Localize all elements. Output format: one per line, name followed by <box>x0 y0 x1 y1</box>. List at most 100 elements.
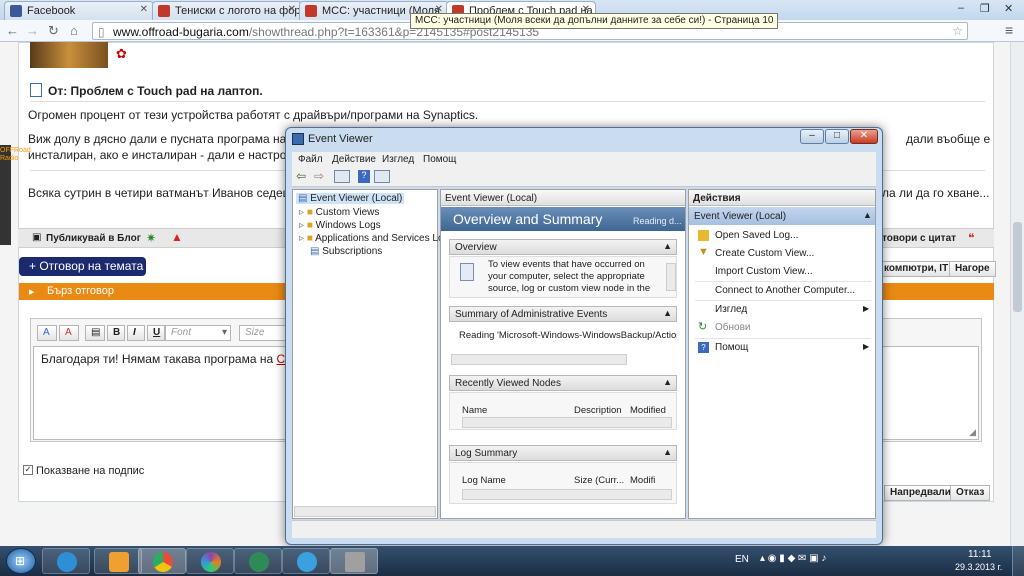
resize-grip-icon[interactable]: ◢ <box>969 427 976 438</box>
action-create-custom-view[interactable]: ▼ Create Custom View... <box>695 245 871 262</box>
font-select[interactable]: Font ▾ <box>165 325 231 341</box>
italic-button[interactable]: I <box>127 325 145 341</box>
category-button[interactable]: компютри, IT <box>878 261 955 277</box>
action-refresh[interactable]: ↻ Обнови <box>695 319 871 336</box>
menu-view[interactable]: Изглед <box>382 154 414 165</box>
collapse-up-icon[interactable]: ▲ <box>663 447 672 457</box>
ev-maximize-button[interactable]: □ <box>825 129 849 144</box>
admin-hscrollbar[interactable] <box>451 354 627 365</box>
tab-facebook[interactable]: Facebook ✕ <box>4 1 154 20</box>
action-help[interactable]: ? Помощ ▶ <box>695 338 871 355</box>
col-log-modified[interactable]: Modifi <box>630 475 655 486</box>
collapse-up-icon[interactable]: ▲ <box>663 241 672 251</box>
col-log-name[interactable]: Log Name <box>462 475 506 486</box>
font-color-icon[interactable]: A <box>37 325 57 341</box>
tree-root[interactable]: ▤ Event Viewer (Local) <box>296 193 405 204</box>
language-indicator[interactable]: EN <box>735 554 749 565</box>
multiquote-icon[interactable]: ❝ <box>968 231 974 245</box>
menu-help[interactable]: Помощ <box>423 154 456 165</box>
recent-hscrollbar[interactable] <box>462 417 672 428</box>
start-button[interactable]: ⊞ <box>6 548 36 574</box>
taskbar-picasa[interactable] <box>186 548 234 574</box>
col-description[interactable]: Description <box>574 405 622 416</box>
advanced-button[interactable]: Напредвали <box>884 485 957 501</box>
tab-tooltip: MCC: участници (Моля всеки да допълни да… <box>410 13 779 29</box>
collapse-icon[interactable]: ▸ <box>29 285 35 298</box>
show-desktop-button[interactable] <box>1012 546 1024 576</box>
tree-custom-views[interactable]: ▹ ■ Custom Views <box>299 207 379 218</box>
scrollbar-thumb[interactable] <box>1013 222 1022 312</box>
console-tree-icon[interactable] <box>334 170 350 183</box>
cancel-button[interactable]: Отказ <box>950 485 991 501</box>
collapse-up-icon[interactable]: ▲ <box>663 308 672 318</box>
col-size[interactable]: Size (Curr... <box>574 475 624 486</box>
forward-icon[interactable]: → <box>26 23 39 38</box>
tray-icons[interactable]: ▴ ◉ ▮ ◆ ✉ ▣ ♪ <box>760 553 826 564</box>
tree-subscriptions[interactable]: ▤ Subscriptions <box>310 246 382 257</box>
tab-tshirts[interactable]: Тениски с логото на фор ✕ <box>152 1 302 20</box>
tab-close-icon[interactable]: ✕ <box>288 4 296 15</box>
action-label: Create Custom View... <box>715 248 815 259</box>
maximize-button[interactable]: ❐ <box>980 2 990 15</box>
page-scrollbar[interactable] <box>1010 42 1024 546</box>
menu-icon[interactable]: ≡ <box>1005 22 1013 38</box>
event-viewer-icon <box>292 133 304 145</box>
actions-group-header[interactable]: Event Viewer (Local) ▲ <box>689 207 875 225</box>
reload-icon[interactable]: ↻ <box>48 23 59 39</box>
help-icon[interactable]: ? <box>358 170 370 183</box>
reply-topic-button[interactable]: + Отговор на темата <box>19 257 146 276</box>
action-view[interactable]: Изглед ▶ <box>695 300 871 317</box>
close-button[interactable]: ✕ <box>1004 2 1013 15</box>
back-icon[interactable]: ⇦ <box>296 169 306 183</box>
ev-actions-pane: Действия Event Viewer (Local) ▲ Open Save… <box>688 189 876 519</box>
top-button[interactable]: Нагоре <box>949 261 996 277</box>
log-hscrollbar[interactable] <box>462 489 672 500</box>
tree-windows-logs[interactable]: ▹ ■ Windows Logs <box>299 220 381 231</box>
tab-close-icon[interactable]: ✕ <box>140 4 148 15</box>
bookmark-star-icon[interactable]: ☆ <box>952 24 963 38</box>
action-pane-icon[interactable] <box>374 170 390 183</box>
clear-format-icon[interactable]: A <box>59 325 79 341</box>
minimize-button[interactable]: – <box>958 2 964 14</box>
bold-button[interactable]: B <box>107 325 125 341</box>
ev-close-button[interactable]: ✕ <box>850 129 878 144</box>
col-modified[interactable]: Modified <box>630 405 666 416</box>
radio-widget[interactable]: OFFRoad Radio <box>0 145 31 245</box>
ev-minimize-button[interactable]: – <box>800 129 824 144</box>
action-connect-computer[interactable]: Connect to Another Computer... <box>695 281 871 298</box>
section-overview[interactable]: Overview ▲ <box>449 239 677 255</box>
collapse-up-icon[interactable]: ▲ <box>863 210 872 220</box>
overview-vscrollbar[interactable] <box>666 263 676 291</box>
clock-time[interactable]: 11:11 <box>968 549 992 560</box>
tree-app-services[interactable]: ▹ ■ Applications and Services Lo <box>299 233 444 244</box>
section-log-summary[interactable]: Log Summary ▲ <box>449 445 677 461</box>
section-recent-nodes[interactable]: Recently Viewed Nodes ▲ <box>449 375 677 391</box>
warning-icon[interactable]: ▲ <box>171 230 183 244</box>
taskbar-skype[interactable] <box>282 548 330 574</box>
signature-checkbox[interactable]: ✓ <box>23 465 33 475</box>
star-icon[interactable]: ✷ <box>146 231 156 245</box>
quote-button[interactable]: товори с цитат <box>882 233 956 244</box>
collapse-up-icon[interactable]: ▲ <box>663 377 672 387</box>
action-import-custom-view[interactable]: Import Custom View... <box>695 263 871 280</box>
action-open-saved-log[interactable]: Open Saved Log... <box>695 227 871 244</box>
taskbar-chrome[interactable] <box>138 548 186 574</box>
taskbar-ie[interactable] <box>42 548 90 574</box>
taskbar-event-viewer[interactable] <box>330 548 378 574</box>
taskbar-media[interactable] <box>94 548 142 574</box>
blog-button[interactable]: Публикувай в Блог <box>46 233 141 244</box>
paste-icon[interactable]: ▤ <box>85 325 105 341</box>
section-admin-events[interactable]: Summary of Administrative Events ▲ <box>449 306 677 322</box>
forward-icon[interactable]: ⇨ <box>314 169 324 183</box>
menu-action[interactable]: Действие <box>332 154 376 165</box>
back-icon[interactable]: ← <box>6 23 19 38</box>
tree-hscrollbar[interactable] <box>294 506 436 517</box>
post-text-3: инсталиран, ако е инсталиран - дали е на… <box>28 148 300 162</box>
underline-button[interactable]: U <box>147 325 165 341</box>
col-name[interactable]: Name <box>462 405 487 416</box>
home-icon[interactable]: ⌂ <box>70 23 78 38</box>
size-select[interactable]: Size <box>239 325 289 341</box>
menu-file[interactable]: Файл <box>298 154 323 165</box>
taskbar-utorrent[interactable] <box>234 548 282 574</box>
clock-date[interactable]: 29.3.2013 г. <box>955 562 1002 572</box>
